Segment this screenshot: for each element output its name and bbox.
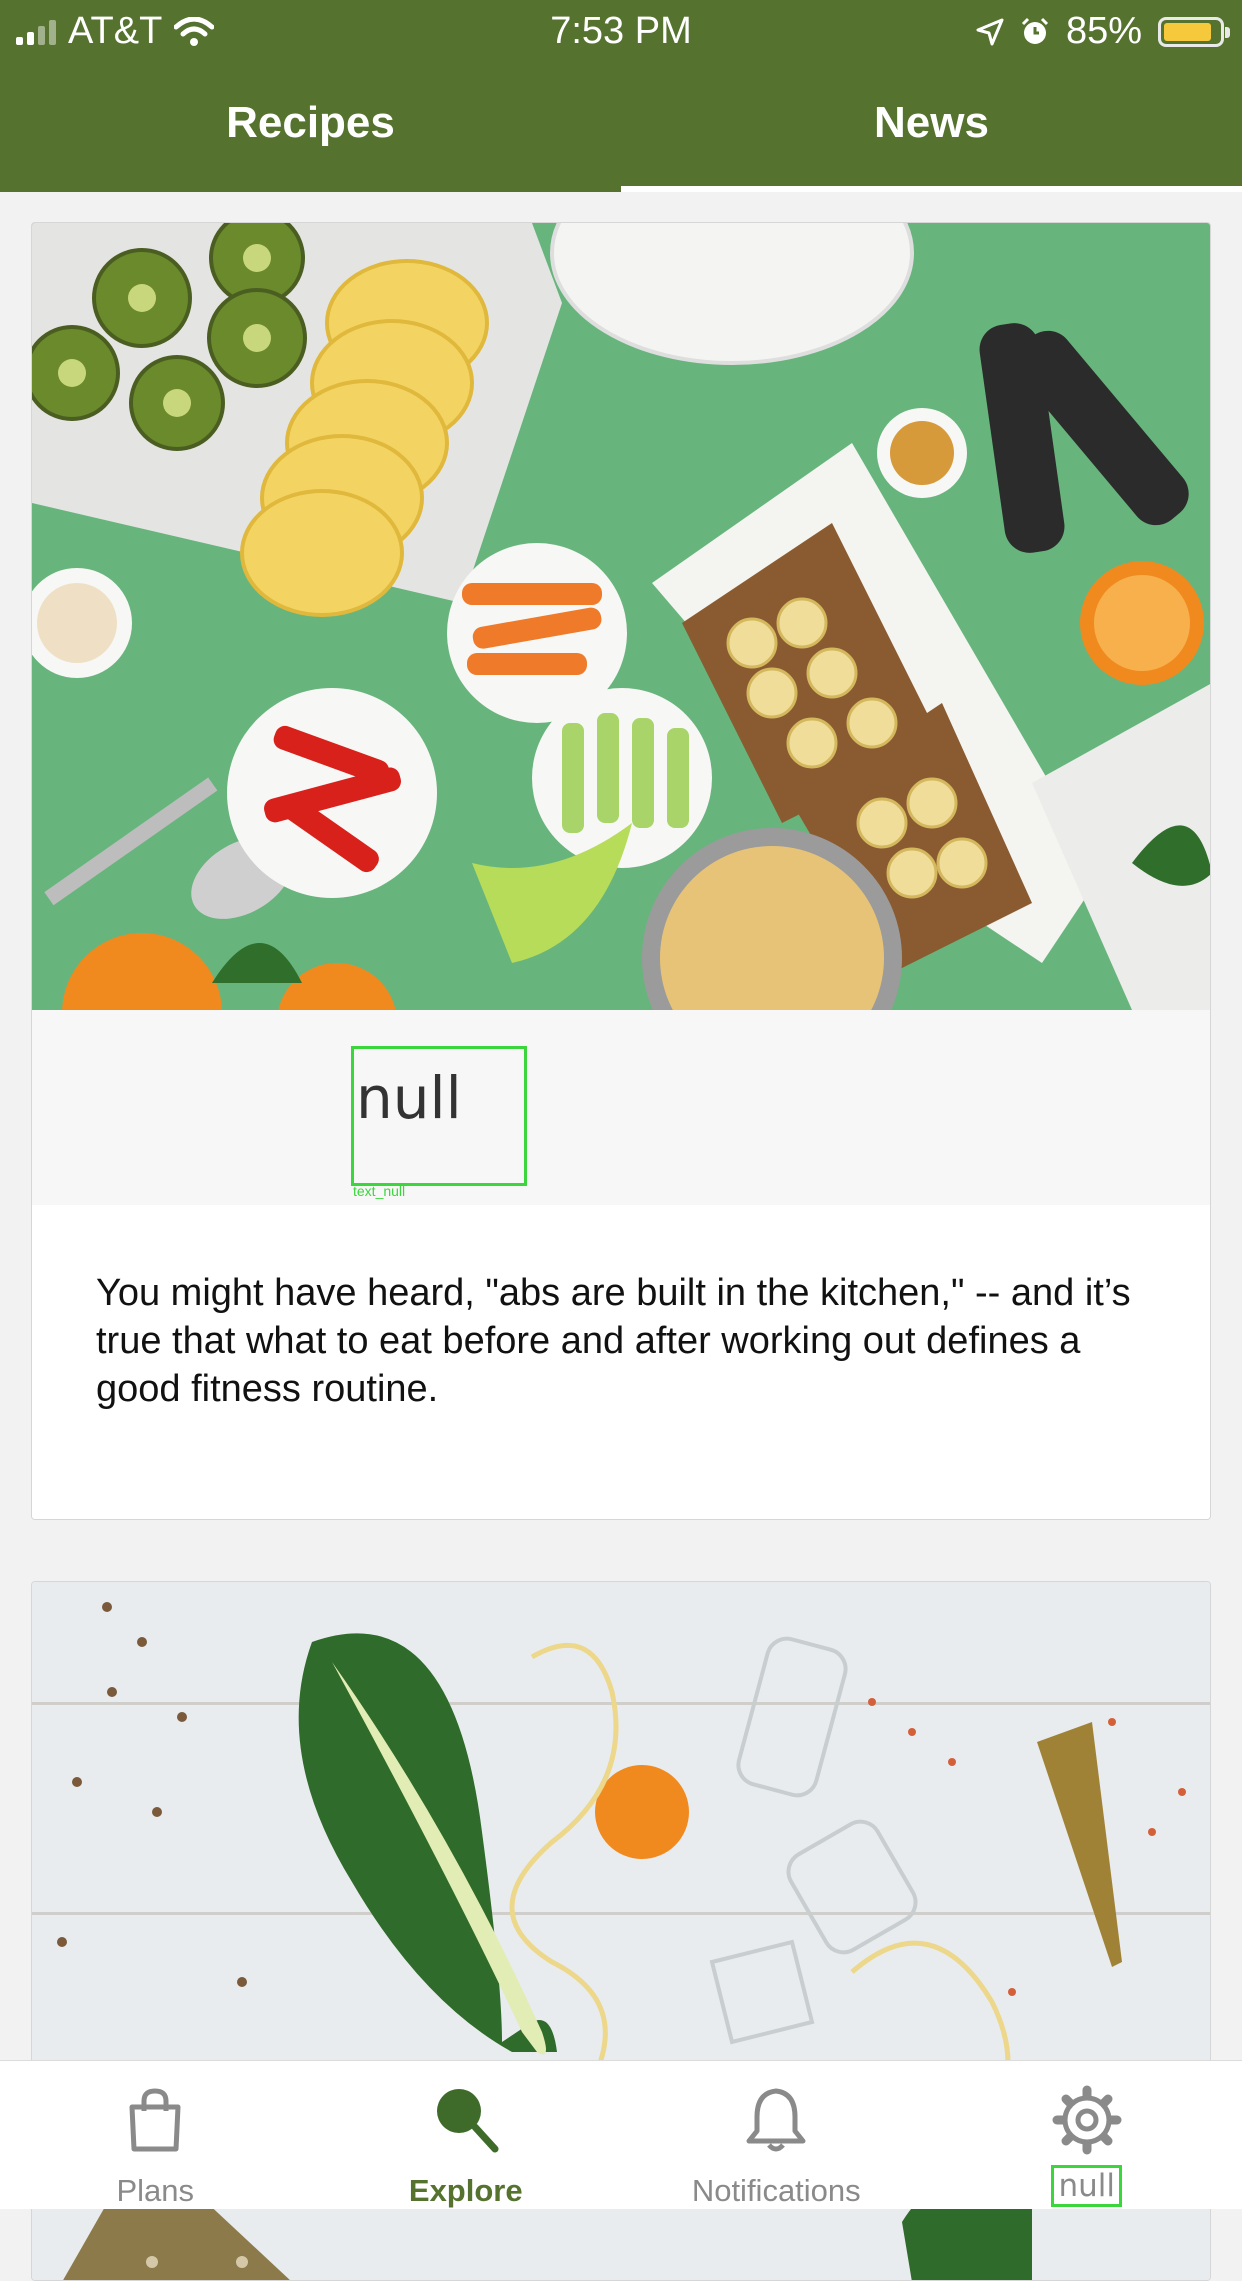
card-title: null bbox=[351, 1046, 527, 1186]
status-bar: AT&T 7:53 PM 85% bbox=[0, 0, 1242, 62]
card-text: You might have heard, "abs are built in … bbox=[96, 1269, 1156, 1413]
tab-recipes[interactable]: Recipes bbox=[0, 62, 621, 192]
card-body: You might have heard, "abs are built in … bbox=[32, 1205, 1211, 1520]
fitness-foods-photo bbox=[32, 223, 1211, 1010]
tab-news[interactable]: News bbox=[621, 62, 1242, 192]
card-title-debug-tag: text_null bbox=[353, 1183, 405, 1199]
gear-icon bbox=[1052, 2085, 1122, 2155]
bell-icon bbox=[741, 2085, 811, 2155]
news-card[interactable]: null text_null You might have heard, "ab… bbox=[31, 222, 1211, 1520]
search-icon bbox=[431, 2085, 501, 2155]
nav-notifications-label: Notifications bbox=[692, 2173, 861, 2209]
shopping-bag-icon bbox=[120, 2085, 190, 2155]
location-arrow-icon bbox=[976, 18, 1004, 46]
nav-explore[interactable]: Explore bbox=[311, 2061, 622, 2209]
alarm-icon bbox=[1020, 17, 1050, 47]
battery-icon bbox=[1158, 17, 1224, 47]
top-tab-bar: Recipes News bbox=[0, 62, 1242, 192]
nav-explore-label: Explore bbox=[409, 2173, 523, 2209]
nav-settings[interactable]: null bbox=[932, 2061, 1242, 2209]
nav-notifications[interactable]: Notifications bbox=[621, 2061, 932, 2209]
bottom-tab-bar: Plans Explore Notifications null bbox=[0, 2060, 1242, 2209]
battery-percent: 85% bbox=[1066, 10, 1142, 53]
nav-settings-label: null bbox=[1051, 2165, 1122, 2207]
nav-plans-label: Plans bbox=[116, 2173, 194, 2209]
nav-plans[interactable]: Plans bbox=[0, 2061, 311, 2209]
